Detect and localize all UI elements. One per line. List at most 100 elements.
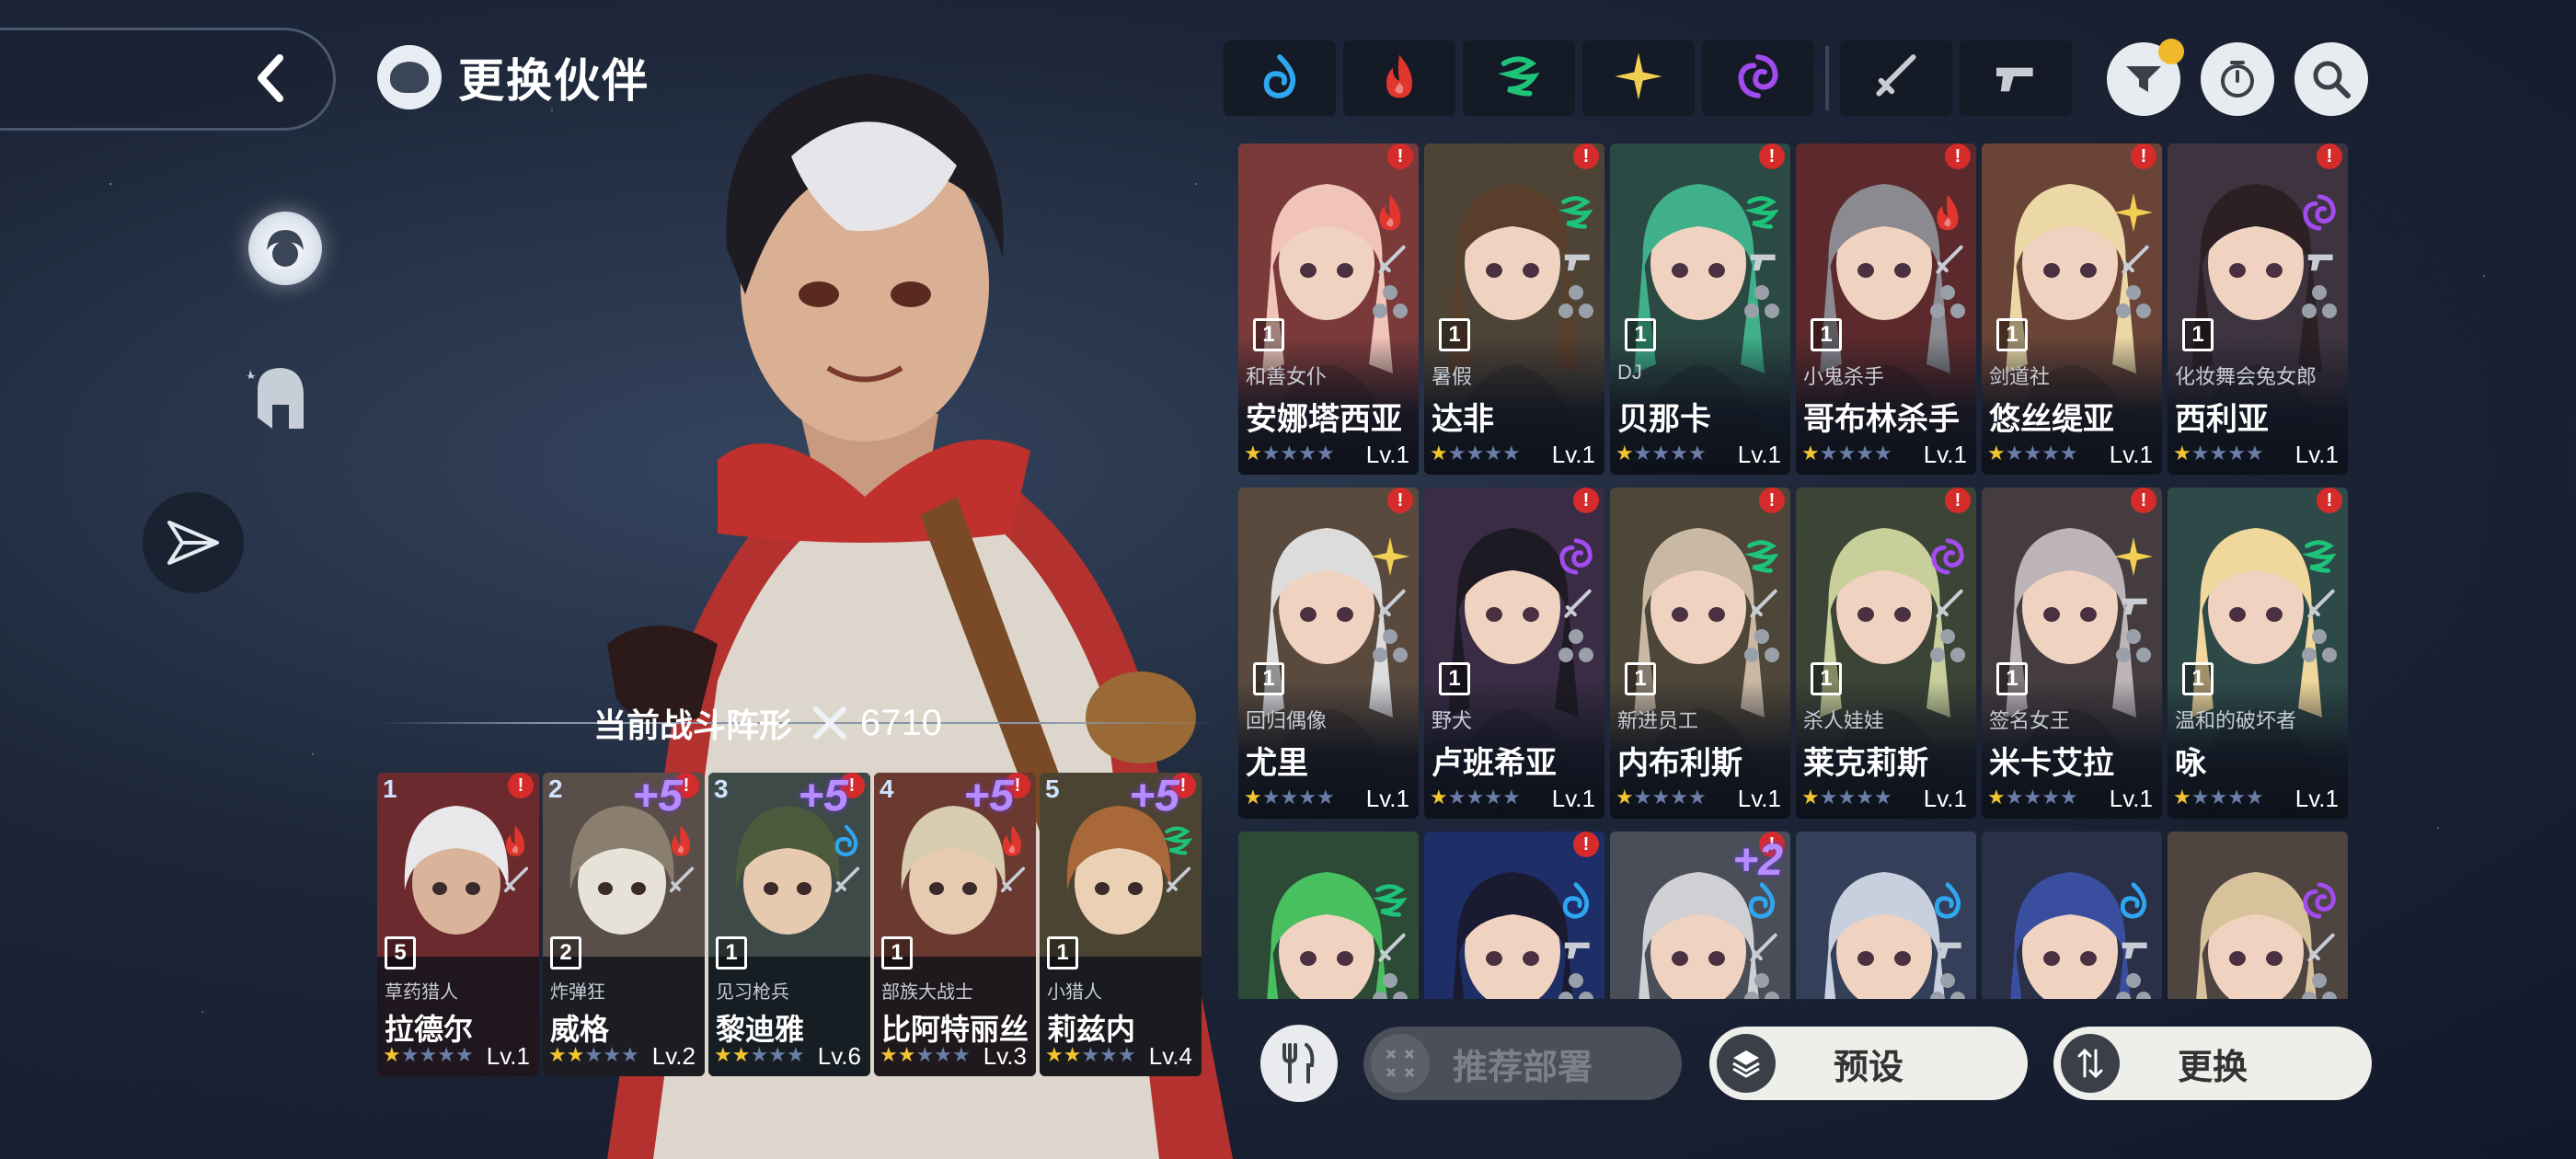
filter-light-button[interactable]	[1582, 40, 1695, 116]
partner-card[interactable]: ! 1 签名女王 米卡艾拉 ★ ★ ★ ★ ★ Lv.1	[1982, 488, 2162, 819]
recommend-deploy-button[interactable]: 推荐部署	[1363, 1027, 1682, 1100]
recommend-deploy-label: 推荐部署	[1452, 1048, 1593, 1087]
star-icon: ★	[768, 1043, 787, 1066]
swap-button[interactable]: 更换	[2053, 1027, 2372, 1100]
partner-card[interactable]: ! 1 暑假 达非 ★ ★ ★ ★ ★ Lv.1	[1424, 143, 1604, 475]
nav-formation-icon[interactable]	[143, 492, 244, 593]
star-icon: ★	[1081, 1043, 1100, 1066]
partner-card[interactable]: ! 1 化妆舞会兔女郎 西利亚 ★ ★ ★ ★ ★ Lv.1	[2168, 143, 2348, 475]
star-icon: ★	[1819, 786, 1838, 809]
star-rating: ★ ★ ★ ★ ★	[714, 1043, 805, 1067]
sword-weapon-icon	[1374, 931, 1409, 966]
filter-wind-button[interactable]	[1463, 40, 1575, 116]
nav-lineup-grid-icon[interactable]	[253, 524, 314, 585]
preset-button[interactable]: 预设	[1709, 1027, 2028, 1100]
team-slot-5[interactable]: 5! +5 1 小猎人 莉兹内 ★ ★ ★ ★ ★ Lv.4	[1040, 773, 1202, 1076]
partner-card[interactable]: ! +2	[1610, 832, 1790, 999]
star-icon: ★	[2245, 786, 2264, 809]
partner-card[interactable]: ! 1 温和的破坏者咏 ★ ★ ★ ★ ★ Lv.1	[2168, 488, 2348, 819]
wind-element-icon	[1741, 535, 1783, 578]
sword-weapon-icon	[1746, 587, 1781, 622]
fire-element-icon	[662, 822, 699, 859]
filter-fire-button[interactable]	[1343, 40, 1455, 116]
star-icon: ★	[1837, 442, 1857, 465]
star-icon: ★	[2209, 442, 2228, 465]
skill-pips-icon	[1558, 285, 1593, 318]
partner-card[interactable]: ! 1 和善女仆 安娜塔西亚 ★ ★ ★ ★ ★ Lv.1	[1238, 143, 1419, 475]
star-icon: ★	[1687, 442, 1707, 465]
star-icon: ★	[1466, 442, 1485, 465]
partner-name: 达非	[1432, 402, 1494, 437]
nav-partner-icon[interactable]	[248, 212, 322, 285]
wind-element-icon	[1741, 191, 1783, 234]
search-button[interactable]	[2294, 42, 2368, 116]
partner-card[interactable]: ! 1 回归偶像 尤里 ★ ★ ★ ★ ★ Lv.1	[1238, 488, 1419, 819]
star-icon: ★	[2191, 786, 2210, 809]
star-rating: ★ ★ ★ ★ ★	[880, 1043, 971, 1067]
partner-subtitle: 小鬼杀手	[1803, 365, 1885, 388]
enhance-plus-badge: +5	[1129, 773, 1179, 820]
skill-pips-icon	[1930, 629, 1965, 662]
partner-card[interactable]	[1796, 832, 1976, 999]
water-element-icon	[1555, 879, 1597, 922]
partner-level: Lv.1	[1923, 441, 1967, 468]
filter-sword-button[interactable]	[1840, 40, 1952, 116]
team-slot-1[interactable]: 1! 5 草药猎人 拉德尔 ★ ★ ★ ★ ★ Lv.1	[377, 773, 539, 1076]
fire-element-icon	[497, 822, 534, 859]
alert-badge: !	[1573, 488, 1599, 513]
skill-pips-icon	[2302, 973, 2337, 999]
star-icon: ★	[419, 1043, 438, 1066]
partner-card[interactable]: ! 1 杀人娃娃 莱克莉斯 ★ ★ ★ ★ ★ Lv.1	[1796, 488, 1976, 819]
star-icon: ★	[2005, 786, 2024, 809]
filter-gun-button[interactable]	[1960, 40, 2072, 116]
wind-element-icon	[1369, 879, 1411, 922]
sort-filter-button[interactable]	[2107, 39, 2184, 116]
star-icon: ★	[750, 1043, 769, 1066]
partner-card[interactable]	[1238, 832, 1419, 999]
star-icon: ★	[1280, 786, 1299, 809]
sword-weapon-icon	[1560, 587, 1595, 622]
skill-pips-icon	[2116, 629, 2151, 662]
star-icon: ★	[951, 1043, 971, 1066]
star-rating: ★ ★ ★ ★ ★	[1987, 786, 2078, 809]
partner-card[interactable]: ! 1 剑道社 悠丝缇亚 ★ ★ ★ ★ ★ Lv.1	[1982, 143, 2162, 475]
back-arrow-icon[interactable]	[247, 51, 302, 106]
star-icon: ★	[1298, 442, 1317, 465]
partner-card[interactable]: ! 1 DJ 贝那卡 ★ ★ ★ ★ ★ Lv.1	[1610, 143, 1790, 475]
partner-card[interactable]	[1982, 832, 2162, 999]
timer-button[interactable]	[2201, 42, 2274, 116]
partner-head-icon	[377, 45, 442, 109]
team-slot-4[interactable]: 4! +5 1 部族大战士 比阿特丽丝 ★ ★ ★ ★ ★ Lv.3	[874, 773, 1036, 1076]
partner-card[interactable]: ! 1 新进员工 内布利斯 ★ ★ ★ ★ ★ Lv.1	[1610, 488, 1790, 819]
light-element-icon	[1613, 51, 1664, 107]
rank-badge: 5	[385, 936, 416, 970]
fork-knife-icon	[1282, 1043, 1315, 1084]
partner-card[interactable]: !	[1424, 832, 1604, 999]
filter-dark-button[interactable]	[1702, 40, 1814, 116]
water-element-icon	[1926, 879, 1969, 922]
star-icon: ★	[1687, 786, 1707, 809]
skill-pips-icon	[1373, 285, 1408, 318]
partner-name: 尤里	[1246, 746, 1308, 781]
rank-badge: 1	[716, 936, 747, 970]
partner-card[interactable]: ! 1 小鬼杀手 哥布林杀手 ★ ★ ★ ★ ★ Lv.1	[1796, 143, 1976, 475]
skill-pips-icon	[1930, 973, 1965, 999]
meal-button[interactable]	[1260, 1025, 1338, 1102]
team-slot-3[interactable]: 3! +5 1 见习枪兵 黎迪雅 ★ ★ ★ ★ ★ Lv.6	[708, 773, 870, 1076]
rank-badge: 1	[1625, 662, 1656, 695]
sword-weapon-icon	[1163, 865, 1194, 896]
partner-level: Lv.1	[2109, 441, 2153, 468]
star-icon: ★	[2191, 442, 2210, 465]
bottom-action-bar: 推荐部署 预设 更换	[1260, 1025, 2383, 1102]
partner-card[interactable]: ! 1 野犬 卢班希亚 ★ ★ ★ ★ ★ Lv.1	[1424, 488, 1604, 819]
star-icon: ★	[1837, 786, 1857, 809]
filter-water-button[interactable]	[1224, 40, 1336, 116]
star-icon: ★	[2173, 442, 2191, 465]
partner-card[interactable]	[2168, 832, 2348, 999]
nav-equipment-helmet-icon[interactable]	[241, 359, 315, 442]
star-rating: ★ ★ ★ ★ ★	[2173, 786, 2264, 809]
partner-level: Lv.1	[486, 1042, 530, 1070]
skill-pips-icon	[1558, 629, 1593, 662]
slot-number: 4	[880, 775, 894, 803]
team-slot-2[interactable]: 2! +5 2 炸弹狂 威格 ★ ★ ★ ★ ★ Lv.2	[543, 773, 705, 1076]
